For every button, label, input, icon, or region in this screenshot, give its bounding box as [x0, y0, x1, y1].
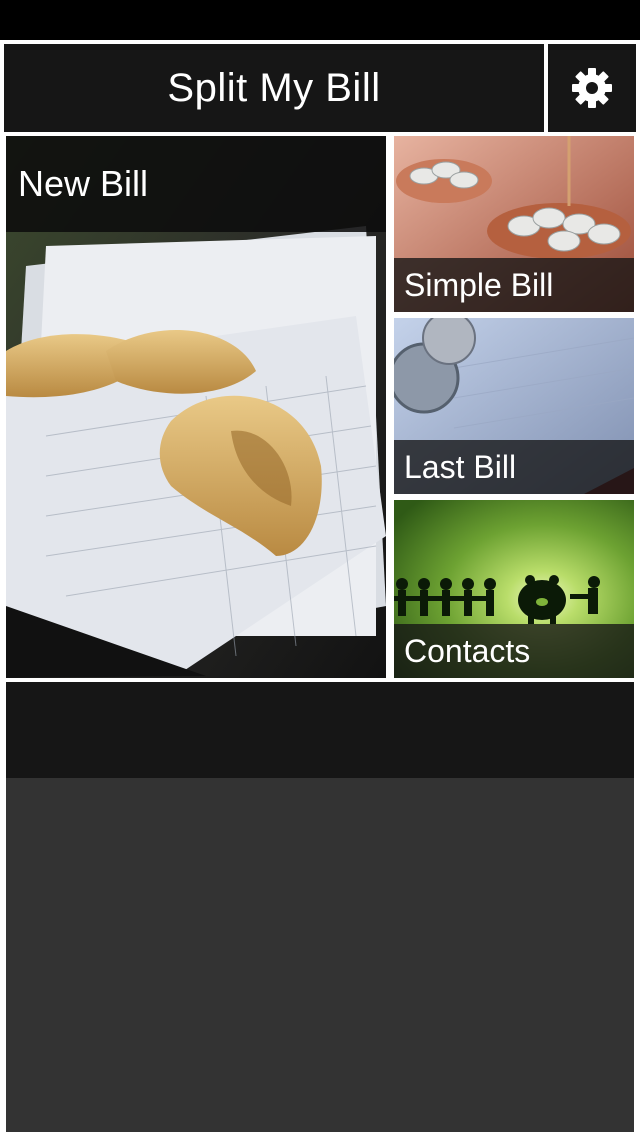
new-bill-tile[interactable]: New Bill: [6, 136, 386, 678]
new-bill-label: New Bill: [6, 136, 386, 232]
status-bar: [0, 0, 640, 40]
content-area: [6, 778, 634, 1132]
settings-button[interactable]: [548, 44, 636, 132]
last-bill-label: Last Bill: [394, 440, 634, 494]
simple-bill-label: Simple Bill: [394, 258, 634, 312]
app-title: Split My Bill: [167, 65, 381, 110]
simple-bill-tile[interactable]: Simple Bill: [394, 136, 634, 312]
bottom-band: [6, 682, 634, 778]
contacts-label: Contacts: [394, 624, 634, 678]
page-title: Split My Bill: [4, 44, 544, 132]
last-bill-tile[interactable]: Last Bill: [394, 318, 634, 494]
gear-icon: [572, 68, 612, 108]
contacts-tile[interactable]: Contacts: [394, 500, 634, 678]
